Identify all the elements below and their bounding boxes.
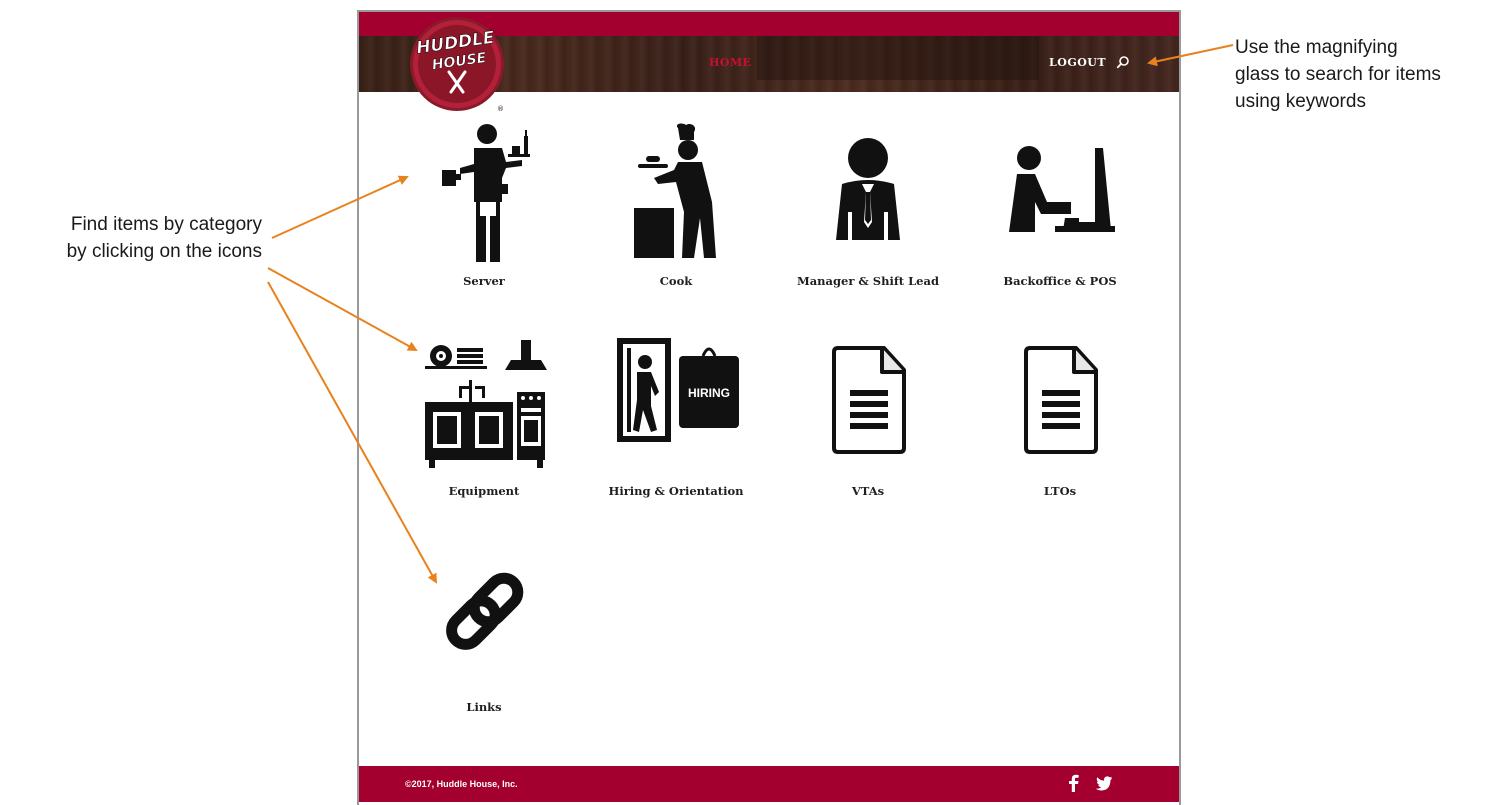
category-backoffice[interactable]: Backoffice & POS — [965, 122, 1155, 322]
facebook-icon[interactable] — [1067, 774, 1079, 792]
category-label: Cook — [659, 274, 693, 288]
annotation-line: by clicking on the icons — [66, 241, 262, 262]
backoffice-icon — [1009, 146, 1115, 232]
annotation-line: Find items by category — [70, 214, 262, 235]
annotation-search: Use the magnifying glass to search for i… — [1235, 34, 1510, 115]
category-hiring[interactable]: HIRING Hiring & Orientation — [581, 330, 771, 530]
category-equipment[interactable]: Equipment — [389, 330, 579, 530]
category-manager[interactable]: Manager & Shift Lead — [773, 122, 963, 322]
svg-text:®: ® — [497, 105, 504, 113]
twitter-icon[interactable] — [1095, 776, 1113, 791]
search-icon[interactable] — [1116, 55, 1130, 69]
category-links[interactable]: Links — [389, 552, 579, 752]
nav-home-link[interactable]: HOME — [709, 56, 752, 69]
category-label: VTAs — [851, 484, 885, 498]
category-cook[interactable]: Cook — [581, 122, 771, 322]
server-icon — [442, 124, 530, 262]
category-label: Manager & Shift Lead — [797, 274, 939, 288]
category-label: Hiring & Orientation — [608, 484, 744, 498]
document-icon — [832, 346, 906, 454]
category-label: LTOs — [1043, 484, 1077, 498]
cook-icon — [634, 123, 716, 258]
annotation-categories: Find items by category by clicking on th… — [0, 211, 262, 265]
document-icon — [1024, 346, 1098, 454]
nav-menu-area — [757, 36, 1039, 80]
svg-text:HIRING: HIRING — [688, 386, 730, 400]
equipment-icon — [425, 340, 547, 468]
category-label: Server — [463, 274, 505, 288]
footer: ©2017, Huddle House, Inc. — [359, 766, 1179, 802]
page-frame: HOME LOGOUT HUDDLE HOUSE ® Server Cook M… — [357, 10, 1181, 805]
link-icon — [446, 572, 524, 650]
annotation-line: using keywords — [1235, 91, 1366, 112]
annotation-line: Use the magnifying — [1235, 37, 1398, 58]
category-server[interactable]: Server — [389, 122, 579, 322]
category-label: Backoffice & POS — [1003, 274, 1117, 288]
category-ltos[interactable]: LTOs — [965, 330, 1155, 530]
footer-copyright: ©2017, Huddle House, Inc. — [405, 779, 518, 789]
nav-logout-link[interactable]: LOGOUT — [1049, 56, 1106, 69]
manager-icon — [836, 138, 900, 240]
annotation-line: glass to search for items — [1235, 64, 1441, 85]
hiring-icon: HIRING — [617, 338, 739, 442]
category-label: Equipment — [448, 484, 520, 498]
category-label: Links — [466, 700, 502, 714]
category-vtas[interactable]: VTAs — [773, 330, 963, 530]
huddle-house-logo[interactable]: HUDDLE HOUSE ® — [407, 14, 507, 114]
